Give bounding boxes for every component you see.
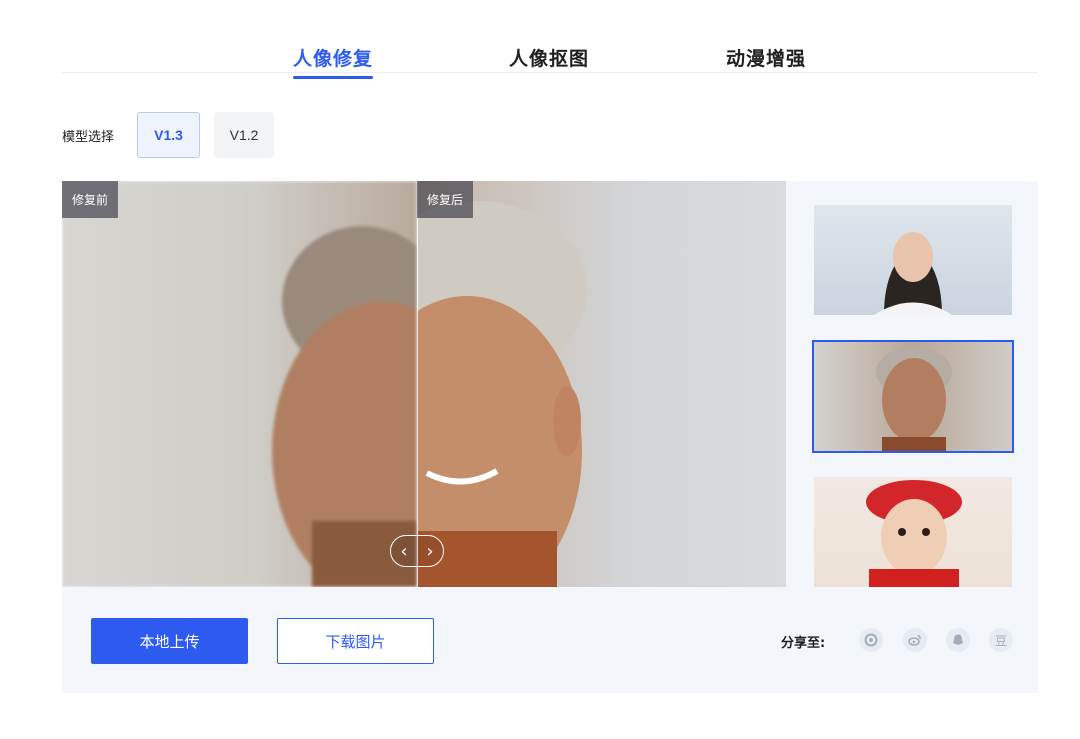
- weibo-icon[interactable]: [903, 628, 927, 652]
- share-label: 分享至:: [781, 636, 826, 651]
- after-image: [352, 181, 786, 587]
- version-v13-button[interactable]: V1.3: [137, 112, 201, 158]
- compare-slider-handle[interactable]: ‹ ›: [390, 535, 444, 567]
- before-image: [62, 181, 492, 587]
- tab-anime-enhance[interactable]: 动漫增强: [726, 44, 806, 71]
- workspace-panel: 修复前 修复后 ‹ › 本地上传 下载图片 分享至: 豆: [62, 181, 1038, 693]
- douban-glyph: 豆: [994, 633, 1007, 648]
- version-v12-button[interactable]: V1.2: [214, 112, 275, 158]
- tab-portrait-repair[interactable]: 人像修复: [293, 44, 374, 79]
- compare-divider: [417, 181, 418, 587]
- chevron-left-icon: ‹: [400, 540, 408, 562]
- model-label: 模型选择: [62, 129, 115, 145]
- feature-tabs: 人像修复 人像抠图 动漫增强: [62, 40, 1038, 79]
- douban-icon[interactable]: 豆: [989, 628, 1013, 652]
- sample-thumbnail-child[interactable]: [814, 477, 1012, 587]
- model-selector: 模型选择 V1.3 V1.2: [62, 112, 288, 158]
- after-tag: 修复后: [417, 181, 474, 218]
- before-tag: 修复前: [62, 181, 119, 218]
- upload-local-button[interactable]: 本地上传: [91, 618, 248, 664]
- sample-thumbnail-man[interactable]: [812, 340, 1014, 453]
- before-after-compare: 修复前 修复后 ‹ ›: [62, 181, 786, 587]
- download-image-button[interactable]: 下载图片: [277, 618, 434, 664]
- tab-portrait-cutout[interactable]: 人像抠图: [509, 44, 589, 71]
- moments-icon[interactable]: [859, 628, 883, 652]
- chevron-right-icon: ›: [426, 540, 434, 562]
- sample-thumbnail-woman[interactable]: [814, 205, 1012, 315]
- qq-icon[interactable]: [946, 628, 970, 652]
